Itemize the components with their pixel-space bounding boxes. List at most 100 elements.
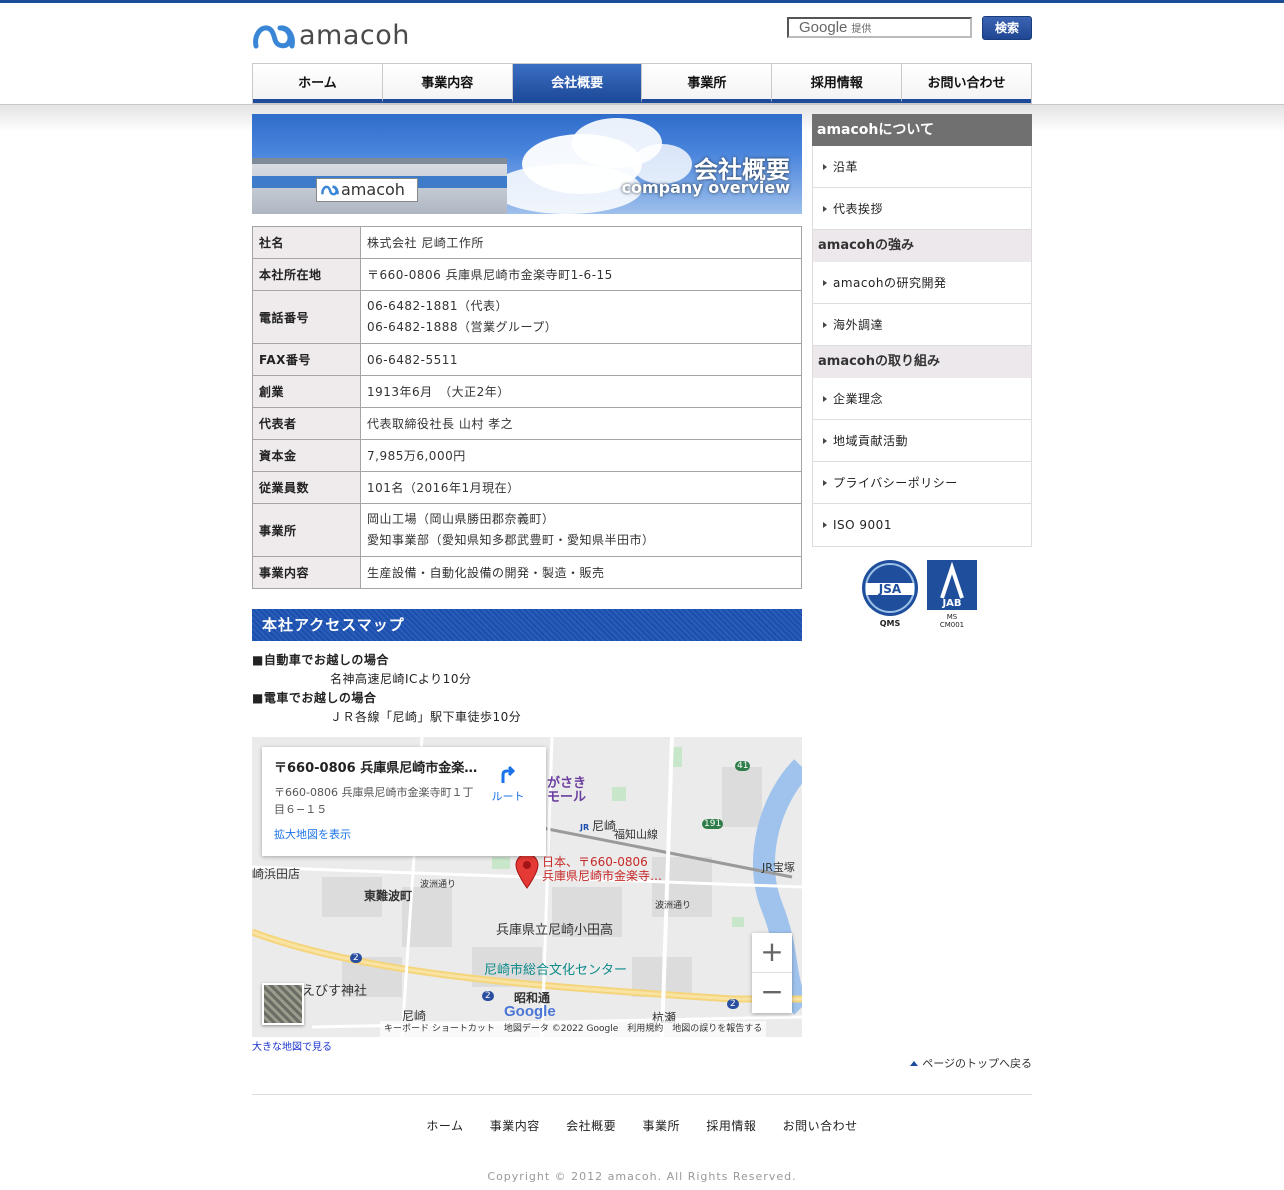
google-logo: Google <box>504 1003 556 1020</box>
footer-link-offices[interactable]: 事業所 <box>642 1119 680 1133</box>
row-value: 代表取締役社長 山村 孝之 <box>360 407 802 440</box>
route-badge: 41 <box>735 761 751 771</box>
zoom-control: + − <box>752 933 792 1013</box>
map-label: 兵庫県立尼崎小田高 <box>496 923 614 938</box>
row-value: 101名（2016年1月現在） <box>360 471 802 504</box>
map-label: えびす神社 <box>302 984 368 999</box>
sidebar-item-community[interactable]: 地域貢献活動 <box>813 420 1031 462</box>
footer-nav: ホーム 事業内容 会社概要 事業所 採用情報 お問い合わせ <box>252 1117 1032 1134</box>
zoom-in-button[interactable]: + <box>752 933 792 973</box>
nav-contact[interactable]: お問い合わせ <box>902 64 1031 103</box>
google-map[interactable]: 尼崎 福知山線 崎浜田店 東難波町 波洲通り 波洲通り 兵庫県立尼崎小田高 尼崎… <box>252 737 802 1037</box>
header-divider <box>0 104 1284 105</box>
jab-text: JAB <box>941 598 961 609</box>
map-label: がさき モール <box>547 776 587 805</box>
map-label: JR宝塚 <box>762 861 795 874</box>
access-car-text: 名神高速尼崎ICより10分 <box>330 672 472 686</box>
up-arrow-icon <box>910 1061 919 1066</box>
pin-label: 日本、〒660-0806 兵庫県尼崎市金楽寺… <box>542 855 663 883</box>
top-accent-line <box>0 0 1284 3</box>
nav-offices[interactable]: 事業所 <box>642 64 773 103</box>
table-row: 従業員数 101名（2016年1月現在） <box>252 471 802 504</box>
route-button[interactable]: ルート <box>488 763 528 804</box>
map-label: 崎浜田店 <box>252 867 301 881</box>
row-label: 創業 <box>252 375 361 408</box>
sidebar-section-strengths: amacohの強み <box>813 230 1031 262</box>
map-label: 東難波町 <box>364 889 413 903</box>
footer-link-company[interactable]: 会社概要 <box>566 1119 616 1133</box>
satellite-toggle[interactable] <box>262 983 304 1025</box>
row-value: 7,985万6,000円 <box>360 439 802 472</box>
map-label: 福知山線 <box>614 828 658 841</box>
row-label: 社名 <box>252 226 361 259</box>
row-label: 代表者 <box>252 407 361 440</box>
access-train-title: ■電車でお越しの場合 <box>252 691 377 705</box>
company-info-table: 社名 株式会社 尼崎工作所 本社所在地 〒660-0806 兵庫県尼崎市金楽寺町1-… <box>252 226 802 589</box>
sidebar: amacohについて 沿革 代表挨拶 amacohの強み amacohの研究開発… <box>812 114 1032 547</box>
map-footer[interactable]: キーボード ショートカット 地図データ ©2022 Google 利用規約 地図… <box>380 1021 767 1037</box>
search-input[interactable]: Google 提供 <box>787 17 972 38</box>
sidebar-section-initiatives: amacohの取り組み <box>813 346 1031 378</box>
table-row: 代表者 代表取締役社長 山村 孝之 <box>252 407 802 440</box>
qms-text: QMS <box>880 619 901 628</box>
jsa-text: JSA <box>878 582 902 596</box>
table-row: 本社所在地 〒660-0806 兵庫県尼崎市金楽寺町1-6-15 <box>252 258 802 291</box>
ms-text: MS <box>947 613 958 621</box>
map-label: 尼崎 <box>592 819 617 833</box>
search-button[interactable]: 検索 <box>982 16 1032 40</box>
table-row: 事業所 岡山工場（岡山県勝田郡奈義町） 愛知事業部（愛知県知多郡武豊町・愛知県半田市… <box>252 503 802 557</box>
row-label: 従業員数 <box>252 471 361 504</box>
map-label: 波洲通り <box>655 901 692 911</box>
table-row: 社名 株式会社 尼崎工作所 <box>252 226 802 259</box>
sidebar-item-history[interactable]: 沿革 <box>813 146 1031 188</box>
row-value: 岡山工場（岡山県勝田郡奈義町） 愛知事業部（愛知県知多郡武豊町・愛知県半田市） <box>360 503 802 557</box>
sidebar-item-philosophy[interactable]: 企業理念 <box>813 378 1031 420</box>
access-car-title: ■自動車でお越しの場合 <box>252 653 389 667</box>
sidebar-item-privacy[interactable]: プライバシーポリシー <box>813 462 1031 504</box>
row-label: 電話番号 <box>252 290 361 344</box>
search-provided-text: 提供 <box>851 24 872 35</box>
amacoh-logo[interactable]: amacoh <box>252 20 422 56</box>
row-value: 06-6482-5511 <box>360 343 802 376</box>
nav-company[interactable]: 会社概要 <box>512 64 643 103</box>
page-banner: amacoh 会社概要 company overview <box>252 114 802 214</box>
sidebar-header: amacohについて <box>812 114 1032 146</box>
sidebar-item-greeting[interactable]: 代表挨拶 <box>813 188 1031 230</box>
nav-recruit[interactable]: 採用情報 <box>772 64 903 103</box>
row-value: 〒660-0806 兵庫県尼崎市金楽寺町1-6-15 <box>360 258 802 291</box>
footer-link-recruit[interactable]: 採用情報 <box>706 1119 756 1133</box>
back-to-top-link[interactable]: ページのトップへ戻る <box>910 1055 1032 1071</box>
building-logo-icon <box>321 185 339 196</box>
logo-text: amacoh <box>299 20 410 51</box>
row-value: 生産設備・自動化設備の開発・製造・販売 <box>360 556 802 589</box>
footer-link-contact[interactable]: お問い合わせ <box>783 1119 858 1133</box>
route-badge: 2 <box>727 999 739 1009</box>
jr-station-icon: JR <box>580 823 590 832</box>
sidebar-item-rnd[interactable]: amacohの研究開発 <box>813 262 1031 304</box>
zoom-out-button[interactable]: − <box>752 973 792 1013</box>
table-row: 電話番号 06-6482-1881（代表） 06-6482-1888（営業グループ） <box>252 290 802 344</box>
certification-logos: JSA QMS JAB MS CM001 <box>862 560 977 629</box>
table-row: FAX番号 06-6482-5511 <box>252 343 802 376</box>
enlarge-map-link[interactable]: 拡大地図を表示 <box>274 826 534 842</box>
row-value: 株式会社 尼崎工作所 <box>360 226 802 259</box>
footer-link-home[interactable]: ホーム <box>426 1119 463 1133</box>
map-pin-icon[interactable] <box>514 853 540 889</box>
sidebar-item-iso[interactable]: ISO 9001 <box>813 504 1031 546</box>
nav-home[interactable]: ホーム <box>253 64 383 103</box>
large-map-link[interactable]: 大きな地図で見る <box>252 1038 332 1053</box>
cm-text: CM001 <box>940 621 964 629</box>
main-nav: ホーム 事業内容 会社概要 事業所 採用情報 お問い合わせ <box>252 63 1032 104</box>
nav-business[interactable]: 事業内容 <box>382 64 513 103</box>
amacoh-logo-icon <box>253 25 295 49</box>
route-badge: 2 <box>482 991 494 1001</box>
google-brand-text: Google <box>799 19 848 36</box>
row-value: 06-6482-1881（代表） 06-6482-1888（営業グループ） <box>360 290 802 344</box>
sidebar-item-overseas[interactable]: 海外調達 <box>813 304 1031 346</box>
route-badge: 2 <box>350 953 362 963</box>
access-train-text: ＪＲ各線「尼崎」駅下車徒歩10分 <box>330 710 522 724</box>
table-row: 事業内容 生産設備・自動化設備の開発・製造・販売 <box>252 556 802 589</box>
footer-link-business[interactable]: 事業内容 <box>490 1119 540 1133</box>
access-map-heading: 本社アクセスマップ <box>252 609 802 641</box>
map-label: 波洲通り <box>420 880 457 890</box>
